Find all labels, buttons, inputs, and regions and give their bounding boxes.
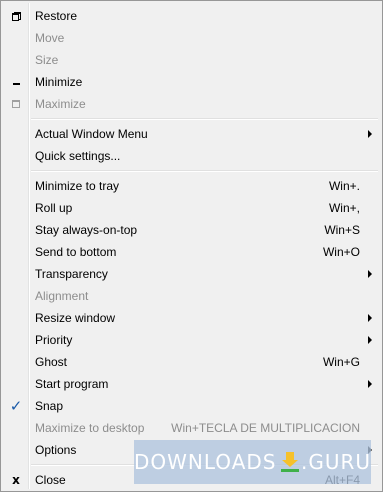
downloads-guru-watermark: DOWNLOADS .GURU <box>134 440 371 484</box>
menu-separator <box>31 170 378 172</box>
menu-item-move: Move <box>3 27 380 49</box>
menu-item-start-program[interactable]: Start program <box>3 373 380 395</box>
submenu-arrow-icon <box>368 314 372 322</box>
menu-item-label: Maximize <box>35 97 86 111</box>
menu-item-maximize-to-desktop: Maximize to desktop Win+TECLA DE MULTIPL… <box>3 417 380 439</box>
menu-item-shortcut: Win+, <box>328 201 360 215</box>
menu-item-shortcut: Win+G <box>322 355 360 369</box>
menu-item-label: Roll up <box>35 201 73 215</box>
menu-item-shortcut: Win+O <box>322 245 360 259</box>
menu-item-label: Size <box>35 53 59 67</box>
menu-item-label: Restore <box>35 9 78 23</box>
context-menu: Restore Move Size Minimize Maximize Actu… <box>0 0 383 492</box>
download-arrow-icon <box>280 452 300 472</box>
menu-item-label: Priority <box>35 333 73 347</box>
minimize-icon <box>7 71 25 93</box>
submenu-arrow-icon <box>368 380 372 388</box>
menu-item-label: Minimize <box>35 75 83 89</box>
menu-item-quick-settings[interactable]: Quick settings... <box>3 145 380 167</box>
menu-item-label: Close <box>35 473 66 487</box>
watermark-text-left: DOWNLOADS <box>134 450 277 474</box>
menu-item-size: Size <box>3 49 380 71</box>
menu-item-shortcut: Win+. <box>328 179 360 193</box>
submenu-arrow-icon <box>368 336 372 344</box>
menu-item-resize-window[interactable]: Resize window <box>3 307 380 329</box>
menu-item-label: Resize window <box>35 311 116 325</box>
restore-icon <box>7 5 25 27</box>
menu-item-snap[interactable]: ✓ Snap <box>3 395 380 417</box>
menu-item-label: Start program <box>35 377 109 391</box>
menu-item-label: Quick settings... <box>35 149 121 163</box>
menu-item-label: Maximize to desktop <box>35 421 145 435</box>
menu-item-label: Alignment <box>35 289 89 303</box>
submenu-arrow-icon <box>368 130 372 138</box>
menu-item-label: Move <box>35 31 65 45</box>
menu-item-actual-window-menu[interactable]: Actual Window Menu <box>3 123 380 145</box>
menu-item-shortcut: Win+TECLA DE MULTIPLICACION <box>171 421 360 435</box>
menu-item-restore[interactable]: Restore <box>3 5 380 27</box>
menu-item-stay-always-on-top[interactable]: Stay always-on-top Win+S <box>3 219 380 241</box>
close-icon: x <box>12 473 20 487</box>
menu-item-transparency[interactable]: Transparency <box>3 263 380 285</box>
menu-separator <box>31 118 378 120</box>
menu-item-label: Send to bottom <box>35 245 117 259</box>
checkmark-icon: ✓ <box>9 397 23 415</box>
menu-item-shortcut: Win+S <box>324 223 360 237</box>
menu-item-label: Minimize to tray <box>35 179 120 193</box>
menu-item-label: Actual Window Menu <box>35 127 148 141</box>
menu-item-alignment: Alignment <box>3 285 380 307</box>
menu-item-roll-up[interactable]: Roll up Win+, <box>3 197 380 219</box>
maximize-icon <box>7 93 25 115</box>
menu-item-label: Stay always-on-top <box>35 223 138 237</box>
submenu-arrow-icon <box>368 270 372 278</box>
menu-item-priority[interactable]: Priority <box>3 329 380 351</box>
watermark-text-right: .GURU <box>300 450 371 474</box>
menu-item-minimize[interactable]: Minimize <box>3 71 380 93</box>
menu-item-label: Transparency <box>35 267 108 281</box>
menu-item-minimize-to-tray[interactable]: Minimize to tray Win+. <box>3 175 380 197</box>
menu-item-label: Options <box>35 443 77 457</box>
menu-item-label: Ghost <box>35 355 68 369</box>
menu-item-send-to-bottom[interactable]: Send to bottom Win+O <box>3 241 380 263</box>
menu-item-maximize: Maximize <box>3 93 380 115</box>
menu-item-label: Snap <box>35 399 64 413</box>
menu-item-ghost[interactable]: Ghost Win+G <box>3 351 380 373</box>
